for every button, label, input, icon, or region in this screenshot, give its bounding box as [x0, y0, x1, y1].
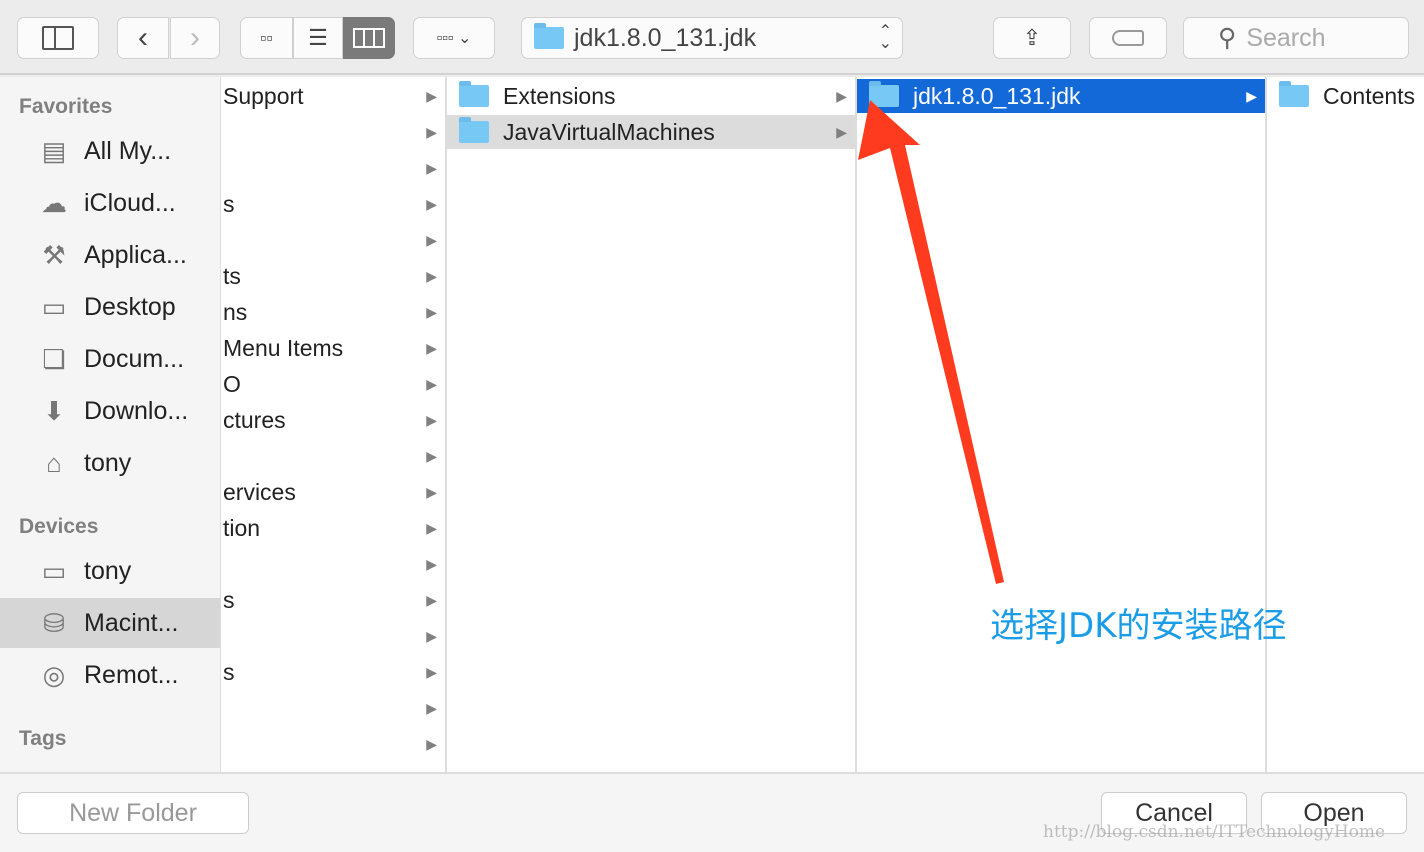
arrow-shape	[858, 100, 1004, 584]
annotation-text: 选择JDK的安装路径	[990, 606, 1287, 646]
footer: New Folder Cancel Open http://blog.csdn.…	[0, 772, 1424, 852]
watermark: http://blog.csdn.net/ITTechnologyHome	[1043, 822, 1386, 842]
new-folder-button[interactable]: New Folder	[17, 792, 249, 834]
annotation-arrow	[858, 100, 1004, 584]
